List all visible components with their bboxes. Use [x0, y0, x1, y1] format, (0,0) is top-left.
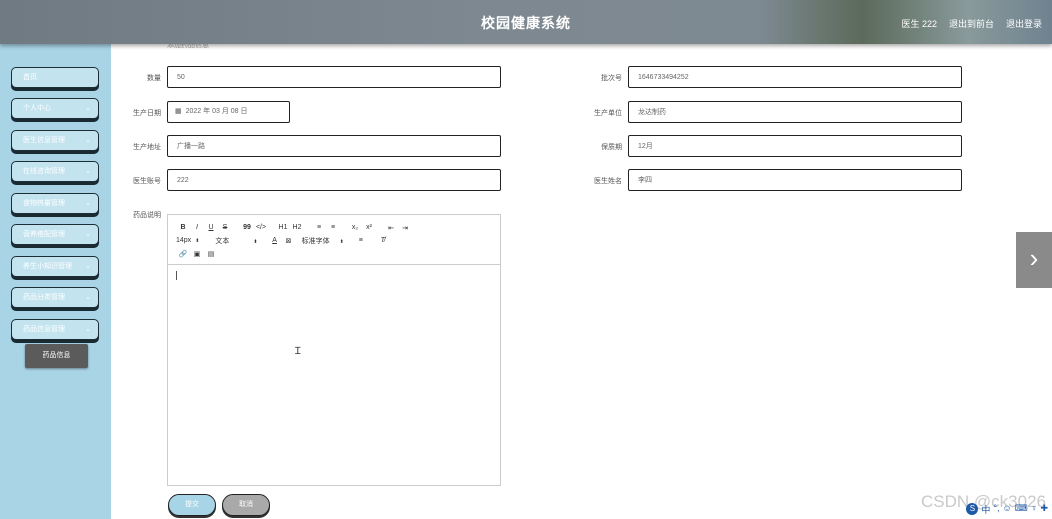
doctor-name-label: 医生姓名: [594, 178, 622, 185]
code-block-button[interactable]: </>: [254, 224, 268, 231]
outdent-icon[interactable]: ⇤: [384, 224, 398, 232]
ordered-list-icon[interactable]: ≡: [312, 224, 326, 231]
app-title: 校园健康系统: [481, 15, 571, 31]
sidebar-item-label: 药品信息管理: [23, 326, 65, 333]
ime-keyboard-icon[interactable]: ⌨: [1015, 503, 1028, 516]
sidebar-item-doctor-info[interactable]: 医生信息管理 ⌄: [11, 130, 99, 151]
video-icon[interactable]: ▤: [204, 250, 218, 258]
image-icon[interactable]: ▣: [190, 250, 204, 258]
ime-skin-icon[interactable]: ♀: [1031, 503, 1038, 516]
logout-link[interactable]: 退出登录: [1006, 17, 1042, 30]
font-family-value: 标准字体: [301, 237, 330, 245]
sidebar-item-label: 首页: [23, 74, 37, 81]
background-color-icon[interactable]: ⊠: [282, 237, 296, 245]
sidebar-item-drug-category[interactable]: 药品分类管理 ⌄: [11, 287, 99, 308]
select-arrows-icon: ⬍: [253, 238, 258, 245]
header-user-area: 医生 222 退出到前台 退出登录: [901, 17, 1042, 30]
quantity-label: 数量: [147, 75, 161, 82]
sidebar-item-consultation[interactable]: 在线咨询管理 ⌄: [11, 161, 99, 182]
sidebar-item-drug-info[interactable]: 药品信息管理 ⌄: [11, 319, 99, 340]
production-date-picker[interactable]: ▦ 2022 年 03 月 08 日: [167, 101, 290, 123]
heading2-button[interactable]: H2: [290, 224, 304, 231]
chevron-down-icon: ⌄: [85, 200, 91, 207]
production-address-label: 生产地址: [133, 144, 161, 151]
manufacturer-field[interactable]: [628, 101, 962, 123]
text-type-value: 文本: [215, 237, 230, 245]
subscript-button[interactable]: x₂: [348, 224, 362, 231]
editor-content-area[interactable]: [168, 265, 500, 485]
rich-text-editor: B I U S 99 </> H1 H2 ≡ ≡ x₂ x² ⇤ ⇥ 14px ⬍…: [167, 214, 501, 486]
font-size-select[interactable]: 14px ⬍: [176, 237, 199, 244]
editor-toolbar: B I U S 99 </> H1 H2 ≡ ≡ x₂ x² ⇤ ⇥ 14px ⬍…: [168, 215, 500, 265]
chevron-right-icon[interactable]: ›: [1016, 232, 1052, 288]
current-user-label: 医生 222: [901, 19, 937, 29]
text-type-select[interactable]: 文本 ⬍: [215, 236, 257, 246]
select-arrows-icon: ⬍: [195, 238, 200, 244]
blockquote-button[interactable]: 99: [240, 224, 254, 231]
sidebar: 首页 个人中心 ⌄ 医生信息管理 ⌄ 在线咨询管理 ⌄ 食物热量管理 ⌄ 营养搭配管理 ⌄…: [0, 44, 111, 519]
link-icon[interactable]: 🔗: [176, 250, 190, 258]
text-cursor-icon: Ɪ: [295, 346, 301, 357]
chevron-down-icon: ⌄: [85, 231, 91, 238]
quantity-field[interactable]: [167, 66, 501, 88]
ime-logo-icon[interactable]: S: [966, 503, 979, 515]
chevron-down-icon: ⌄: [85, 263, 91, 270]
chevron-down-icon: ⌄: [85, 168, 91, 175]
text-caret: [176, 271, 177, 280]
description-label: 药品说明: [133, 212, 161, 219]
cancel-button[interactable]: 取消: [222, 494, 270, 516]
sidebar-item-label: 在线咨询管理: [23, 168, 65, 175]
sidebar-item-label: 营养搭配管理: [23, 231, 65, 238]
batch-no-label: 批次号: [601, 75, 622, 82]
underline-button[interactable]: U: [204, 224, 218, 231]
sidebar-item-label: 养生小知识管理: [23, 263, 72, 270]
doctor-account-field[interactable]: [167, 169, 501, 191]
bold-button[interactable]: B: [176, 224, 190, 231]
ime-toolbar: S 中 °, ☺ ⌨ ♀ ✚: [966, 503, 1048, 516]
submenu-item-drug-info[interactable]: 药品信息: [25, 344, 88, 368]
ime-emoji-icon[interactable]: ☺: [1003, 503, 1012, 516]
sidebar-item-home[interactable]: 首页: [11, 67, 99, 88]
chevron-down-icon: ⌄: [85, 137, 91, 144]
production-date-value: 2022 年 03 月 08 日: [185, 108, 248, 115]
sidebar-item-label: 药品分类管理: [23, 294, 65, 301]
bullet-list-icon[interactable]: ≡: [326, 224, 340, 231]
doctor-name-field[interactable]: [628, 169, 962, 191]
production-date-label: 生产日期: [133, 110, 161, 117]
sidebar-item-food-calories[interactable]: 食物热量管理 ⌄: [11, 193, 99, 214]
batch-no-field[interactable]: [628, 66, 962, 88]
sidebar-item-nutrition[interactable]: 营养搭配管理 ⌄: [11, 224, 99, 245]
font-family-select[interactable]: 标准字体 ⬍: [302, 236, 344, 246]
chevron-down-icon: ⌄: [85, 105, 91, 112]
sidebar-item-label: 医生信息管理: [23, 137, 65, 144]
top-header: 校园健康系统 医生 222 退出到前台 退出登录: [0, 0, 1052, 44]
chevron-down-icon: ⌄: [85, 294, 91, 301]
font-size-value: 14px: [176, 237, 192, 244]
clear-format-icon[interactable]: T̸: [376, 237, 390, 244]
chevron-down-icon: ⌄: [85, 326, 91, 333]
font-color-icon[interactable]: A: [268, 237, 282, 244]
sidebar-item-health-tips[interactable]: 养生小知识管理 ⌄: [11, 256, 99, 277]
submit-button[interactable]: 提交: [168, 494, 216, 516]
select-arrows-icon: ⬍: [339, 238, 344, 245]
shelf-life-field[interactable]: [628, 135, 962, 157]
sidebar-item-label: 个人中心: [23, 105, 51, 112]
shelf-life-label: 保质期: [601, 144, 622, 151]
heading1-button[interactable]: H1: [276, 224, 290, 231]
ime-tools-icon[interactable]: ✚: [1040, 503, 1048, 516]
align-icon[interactable]: ≡: [354, 237, 368, 244]
sidebar-item-label: 食物热量管理: [23, 200, 65, 207]
ime-punctuation-icon[interactable]: °,: [993, 503, 999, 516]
strike-button[interactable]: S: [218, 224, 232, 231]
sidebar-item-profile[interactable]: 个人中心 ⌄: [11, 98, 99, 119]
superscript-button[interactable]: x²: [362, 224, 376, 231]
back-to-front-link[interactable]: 退出到前台: [949, 17, 994, 30]
manufacturer-label: 生产单位: [594, 110, 622, 117]
production-address-field[interactable]: [167, 135, 501, 157]
italic-button[interactable]: I: [190, 224, 204, 231]
ime-language-toggle[interactable]: 中: [981, 503, 990, 516]
calendar-icon: ▦: [175, 108, 182, 115]
doctor-account-label: 医生账号: [133, 178, 161, 185]
indent-icon[interactable]: ⇥: [398, 224, 412, 232]
